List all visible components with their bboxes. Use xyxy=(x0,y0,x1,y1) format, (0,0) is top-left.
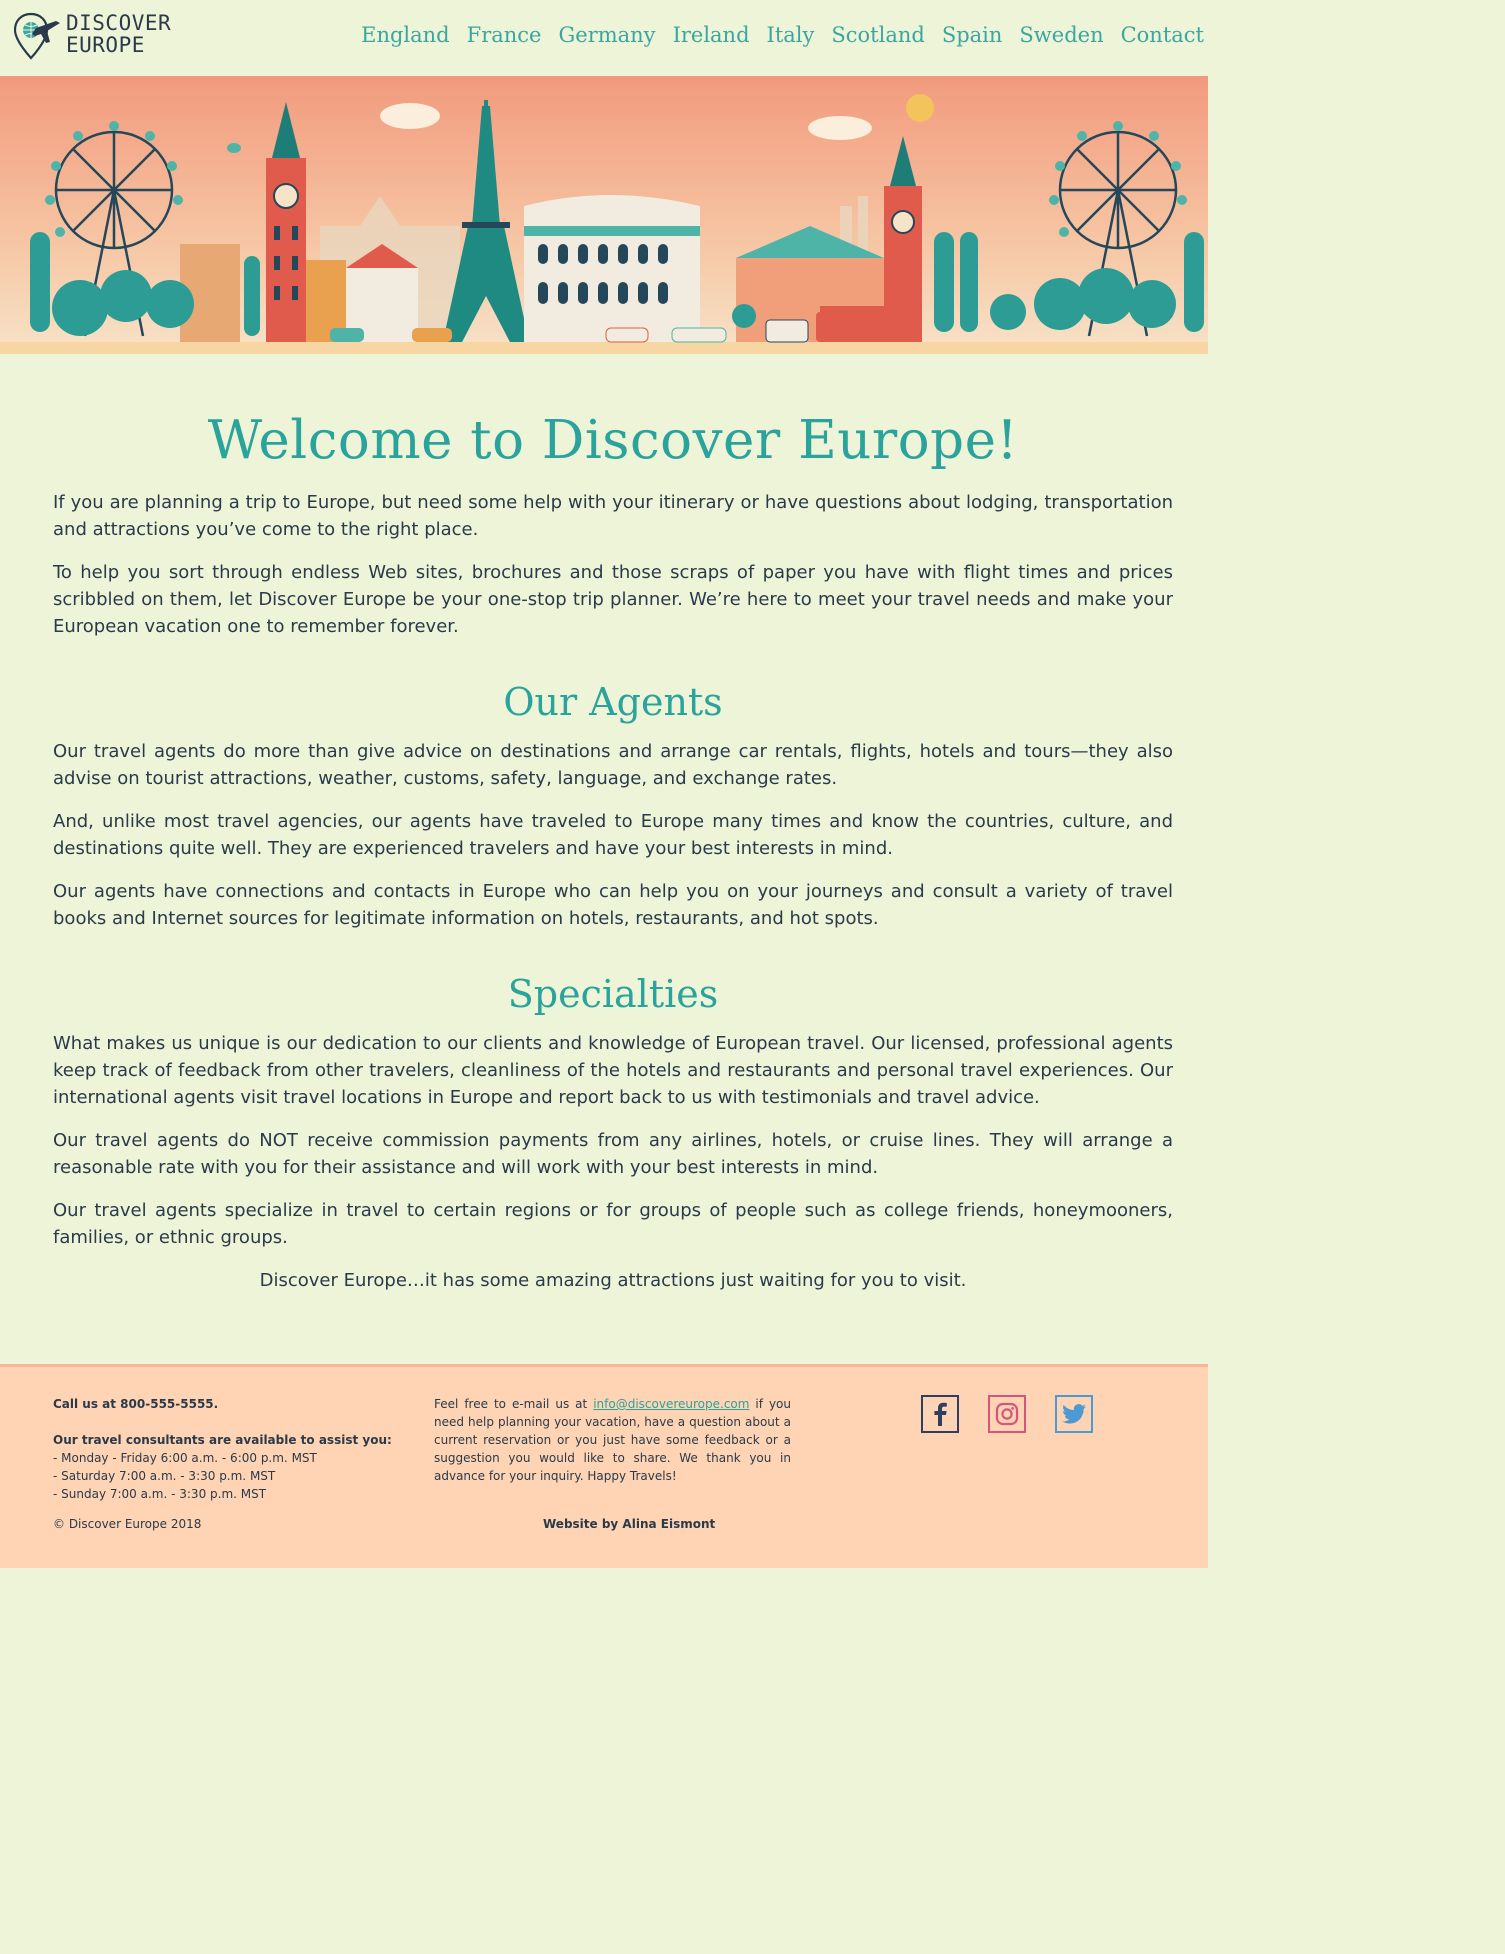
european-landmarks-illustration xyxy=(0,76,1208,354)
nav-france[interactable]: France xyxy=(467,18,542,52)
agents-paragraph-1: Our travel agents do more than give advi… xyxy=(53,741,1173,789)
instagram-icon xyxy=(995,1402,1019,1426)
copyright: © Discover Europe 2018 xyxy=(53,1517,202,1531)
intro-paragraph-1: If you are planning a trip to Europe, bu… xyxy=(53,492,1173,540)
brand-line-1: DISCOVER xyxy=(66,11,172,35)
instagram-link[interactable] xyxy=(988,1395,1026,1433)
nav-contact[interactable]: Contact xyxy=(1121,18,1204,52)
twitter-link[interactable] xyxy=(1055,1395,1093,1433)
specialties-heading: Specialties xyxy=(507,972,719,1016)
agents-paragraph-2: And, unlike most travel agencies, our ag… xyxy=(53,811,1173,859)
hours-weekday: - Monday - Friday 6:00 a.m. - 6:00 p.m. … xyxy=(53,1451,317,1465)
specialties-paragraph-1: What makes us unique is our dedication t… xyxy=(53,1033,1173,1108)
facebook-icon xyxy=(934,1402,947,1426)
hero-banner xyxy=(0,76,1208,354)
nav-spain[interactable]: Spain xyxy=(942,18,1003,52)
hours-sunday: - Sunday 7:00 a.m. - 3:30 p.m. MST xyxy=(53,1487,267,1501)
closing-line: Discover Europe…it has some amazing attr… xyxy=(259,1270,967,1291)
site-header: DISCOVER EUROPE England France Germany I… xyxy=(0,0,1208,76)
logo[interactable]: DISCOVER EUROPE xyxy=(14,12,171,62)
agents-heading: Our Agents xyxy=(503,680,723,724)
brand-line-2: EUROPE xyxy=(66,33,145,57)
nav-england[interactable]: England xyxy=(361,18,450,52)
hours-heading: Our travel consultants are available to … xyxy=(53,1433,392,1447)
colosseum xyxy=(524,195,700,346)
social-links xyxy=(921,1395,1122,1433)
nav-germany[interactable]: Germany xyxy=(558,18,655,52)
facebook-link[interactable] xyxy=(921,1395,959,1433)
email-text-before: Feel free to e-mail us at xyxy=(434,1397,594,1411)
contact-hours: Call us at 800-555-5555. Our travel cons… xyxy=(53,1395,392,1503)
page-title: Welcome to Discover Europe! xyxy=(207,410,1019,471)
globe-plane-icon xyxy=(14,12,60,60)
twitter-icon xyxy=(1062,1404,1086,1424)
nav-sweden[interactable]: Sweden xyxy=(1019,18,1103,52)
hours-saturday: - Saturday 7:00 a.m. - 3:30 p.m. MST xyxy=(53,1469,276,1483)
nav-ireland[interactable]: Ireland xyxy=(673,18,750,52)
nav-italy[interactable]: Italy xyxy=(767,18,815,52)
nav-scotland[interactable]: Scotland xyxy=(831,18,924,52)
intro-paragraph-2: To help you sort through endless Web sit… xyxy=(53,562,1173,637)
email-link[interactable]: info@discovereurope.com xyxy=(593,1397,749,1411)
brand-name: DISCOVER EUROPE xyxy=(66,12,171,56)
email-blurb: Feel free to e-mail us at info@discovere… xyxy=(434,1395,791,1485)
main-content: Welcome to Discover Europe! If you are p… xyxy=(53,400,1173,1310)
phone-line: Call us at 800-555-5555. xyxy=(53,1397,219,1411)
main-nav: England France Germany Ireland Italy Sco… xyxy=(344,18,1204,52)
agents-paragraph-3: Our agents have connections and contacts… xyxy=(53,881,1173,929)
site-footer: Call us at 800-555-5555. Our travel cons… xyxy=(0,1364,1208,1568)
specialties-paragraph-2: Our travel agents do NOT receive commiss… xyxy=(53,1130,1173,1178)
site-credit: Website by Alina Eismont xyxy=(543,1517,716,1531)
specialties-paragraph-3: Our travel agents specialize in travel t… xyxy=(53,1200,1173,1248)
